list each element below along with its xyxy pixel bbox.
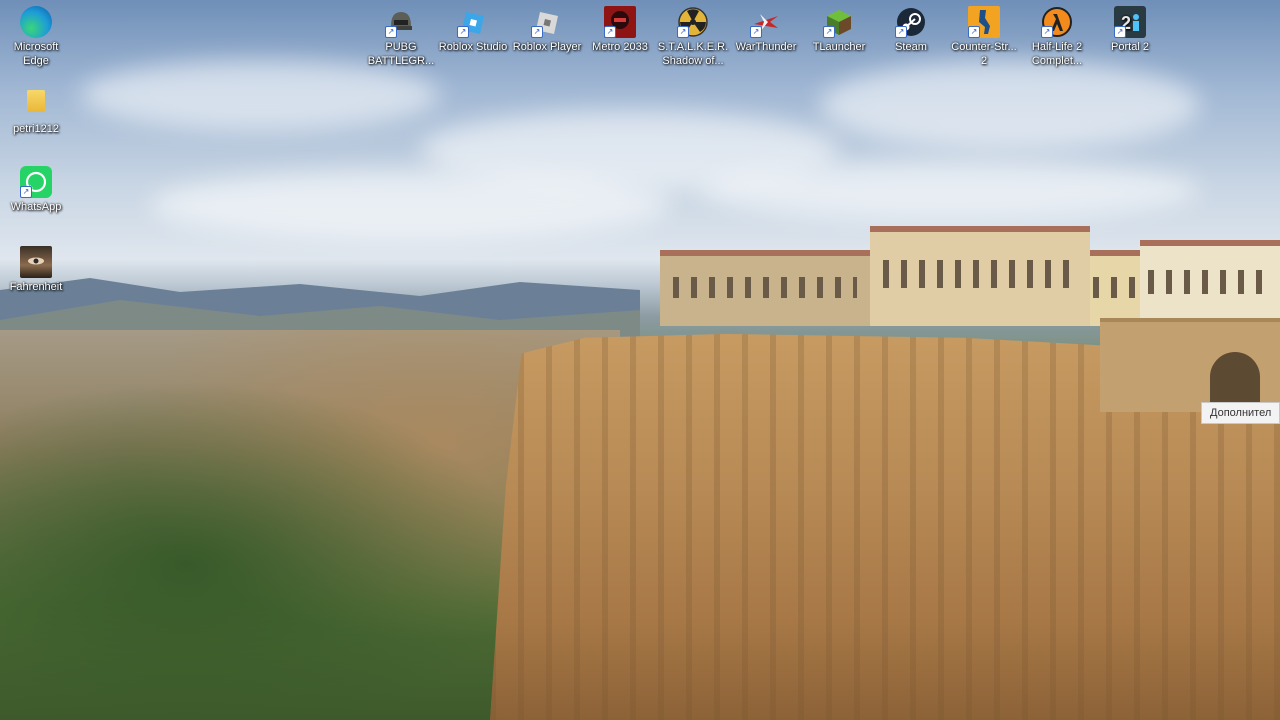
desktop-icon-label: WarThunder [735, 41, 797, 53]
desktop-icon-folder[interactable]: petri1212 [0, 88, 72, 136]
metro-2033-icon: ↗ [604, 6, 636, 38]
cliff-buildings [660, 220, 1280, 330]
desktop-icon-label: Microsoft Edge [13, 41, 59, 67]
desktop-icon-label: WhatsApp [10, 201, 62, 213]
desktop-icon-label: Half-Life 2 Complet... [1031, 41, 1083, 67]
desktop-icon-counter-strike[interactable]: ↗ Counter-Str... 2 [948, 6, 1020, 68]
roblox-studio-icon: ↗ [457, 6, 489, 38]
warthunder-icon: ↗ [750, 6, 782, 38]
stalker-icon: ↗ [677, 6, 709, 38]
whatsapp-icon: ↗ [20, 166, 52, 198]
desktop-icon-pubg[interactable]: ↗ PUBG BATTLEGR... [365, 6, 437, 68]
fahrenheit-icon [20, 246, 52, 278]
half-life-icon: ↗ [1041, 6, 1073, 38]
desktop-icon-label: Portal 2 [1111, 41, 1149, 53]
folder-icon [27, 90, 45, 112]
desktop-icon-roblox-player[interactable]: ↗ Roblox Player [511, 6, 583, 54]
steam-icon: ↗ [895, 6, 927, 38]
desktop-icon-roblox-studio[interactable]: ↗ Roblox Studio [437, 6, 509, 54]
desktop-icon-portal[interactable]: 2 ↗ Portal 2 [1094, 6, 1166, 54]
desktop[interactable]: Microsoft Edge petri1212 ↗ WhatsApp Fahr… [0, 0, 1280, 720]
desktop-icon-warthunder[interactable]: ↗ WarThunder [730, 6, 802, 54]
desktop-icon-label: Fahrenheit [9, 281, 63, 293]
desktop-icon-label: Counter-Str... 2 [951, 41, 1017, 67]
desktop-icon-metro-2033[interactable]: ↗ Metro 2033 [584, 6, 656, 54]
desktop-icon-label: Roblox Player [512, 41, 582, 53]
desktop-icon-label: PUBG BATTLEGR... [367, 41, 435, 67]
desktop-icon-label: petri1212 [13, 123, 59, 135]
desktop-icon-label: S.T.A.L.K.E.R. Shadow of... [657, 41, 729, 67]
desktop-icon-fahrenheit[interactable]: Fahrenheit [0, 246, 72, 294]
desktop-icon-label: Metro 2033 [592, 41, 648, 53]
desktop-icon-whatsapp[interactable]: ↗ WhatsApp [0, 166, 72, 214]
desktop-icon-label: Steam [895, 41, 927, 53]
edge-icon [20, 6, 52, 38]
tooltip: Дополнител [1201, 402, 1280, 424]
desktop-icon-tlauncher[interactable]: ↗ TLauncher [803, 6, 875, 54]
counter-strike-icon: ↗ [968, 6, 1000, 38]
pubg-icon: ↗ [385, 6, 417, 38]
desktop-icon-edge[interactable]: Microsoft Edge [0, 6, 72, 68]
desktop-icon-stalker[interactable]: ↗ S.T.A.L.K.E.R. Shadow of... [657, 6, 729, 68]
roblox-player-icon: ↗ [531, 6, 563, 38]
desktop-icon-half-life[interactable]: ↗ Half-Life 2 Complet... [1021, 6, 1093, 68]
portal-icon: 2 ↗ [1114, 6, 1146, 38]
bridge [1100, 318, 1280, 412]
tlauncher-icon: ↗ [823, 6, 855, 38]
desktop-icon-steam[interactable]: ↗ Steam [875, 6, 947, 54]
desktop-icon-label: Roblox Studio [438, 41, 508, 53]
desktop-icon-label: TLauncher [812, 41, 866, 53]
